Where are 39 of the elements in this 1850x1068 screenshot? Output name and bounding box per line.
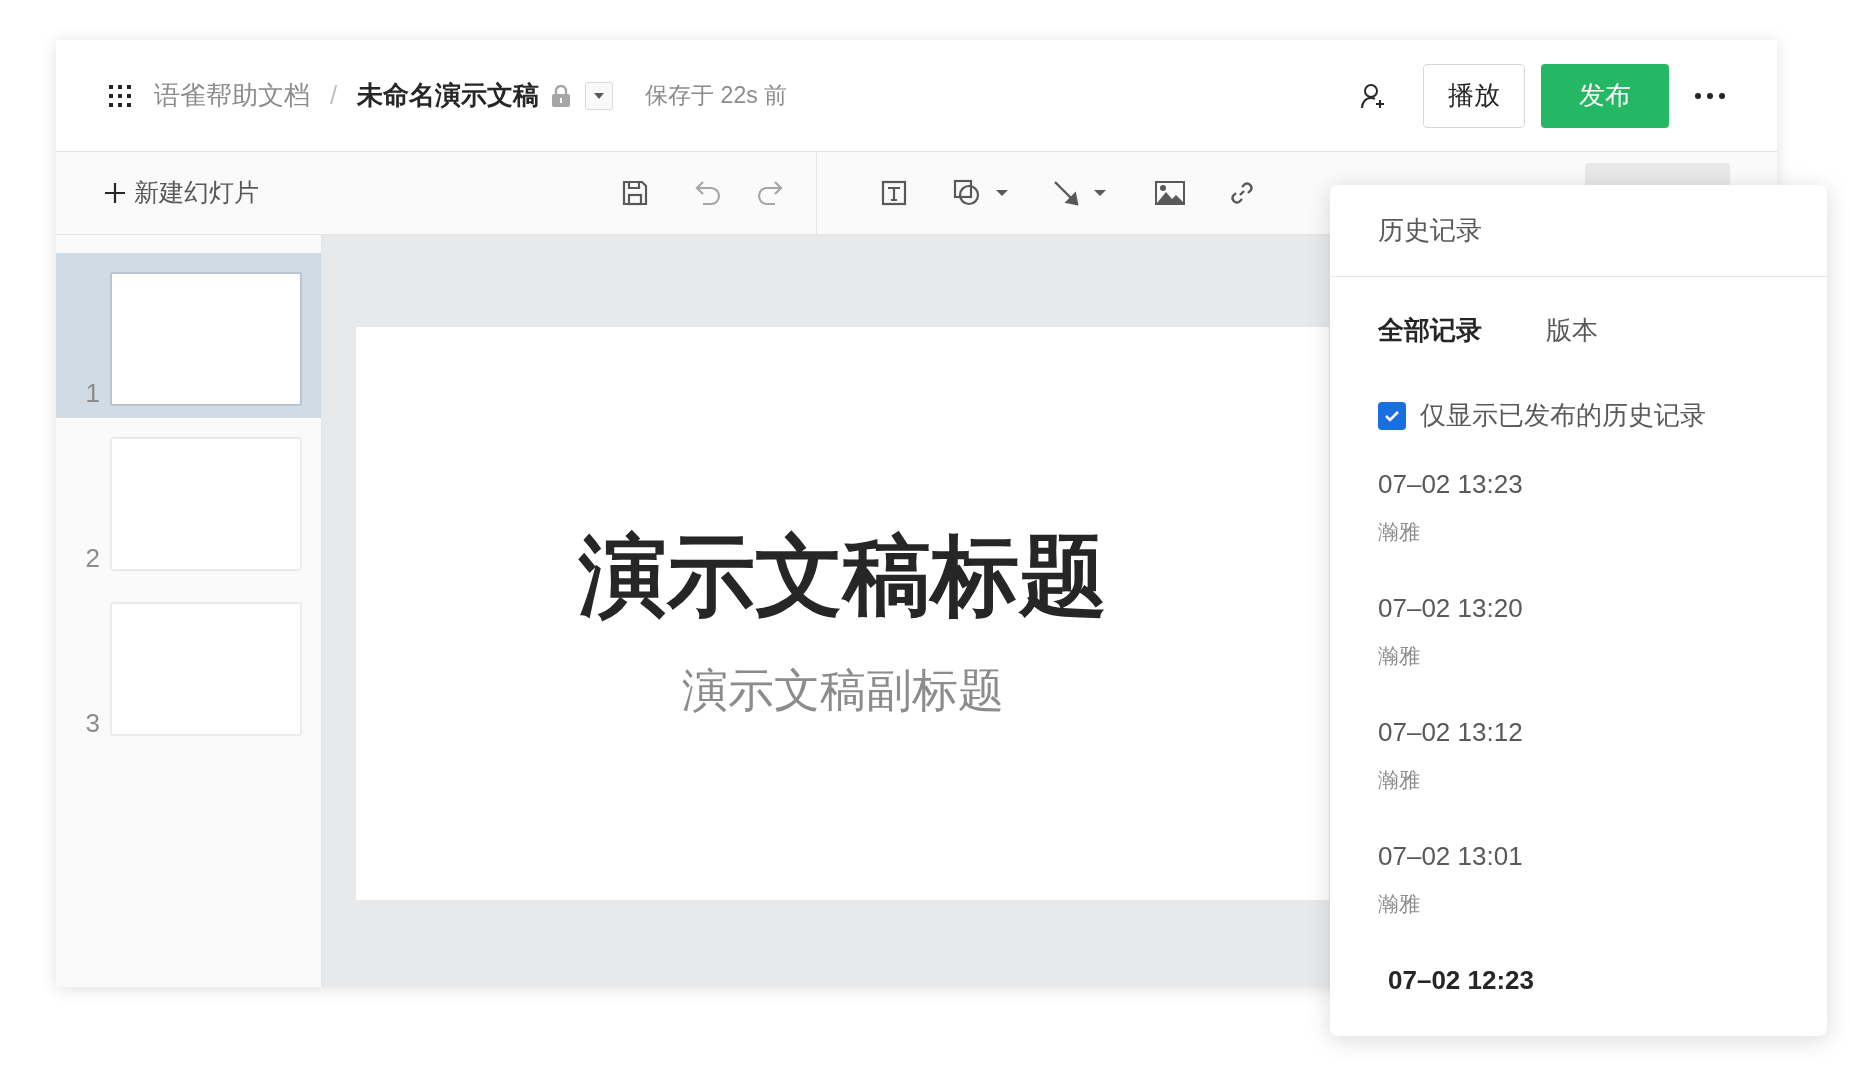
slide-thumbnail[interactable] xyxy=(110,272,302,406)
check-icon xyxy=(1384,409,1400,422)
add-user-icon[interactable] xyxy=(1359,81,1387,110)
breadcrumb-separator: / xyxy=(330,79,338,112)
history-author: 瀚雅 xyxy=(1378,643,1421,669)
slide-number: 1 xyxy=(84,380,101,406)
play-button[interactable]: 播放 xyxy=(1423,63,1525,128)
caret-icon[interactable] xyxy=(995,189,1009,197)
document-title: 未命名演示文稿 xyxy=(357,79,540,112)
history-time[interactable]: 07–02 13:20 xyxy=(1378,589,1779,628)
checkbox[interactable] xyxy=(1378,401,1406,430)
link-icon[interactable] xyxy=(1229,180,1255,206)
history-time[interactable]: 07–02 13:23 xyxy=(1378,465,1779,504)
caret-icon[interactable] xyxy=(1093,189,1107,197)
dropdown-button[interactable] xyxy=(585,81,614,110)
more-icon[interactable] xyxy=(1695,92,1725,99)
app-grid-icon[interactable] xyxy=(108,83,132,108)
history-author: 瀚雅 xyxy=(1378,891,1421,917)
panel-title: 历史记录 xyxy=(1378,214,1482,247)
history-author: 瀚雅 xyxy=(1378,519,1421,545)
panel-tab[interactable]: 版本 xyxy=(1546,311,1598,350)
panel-tab[interactable]: 全部记录 xyxy=(1378,311,1482,350)
slide-title[interactable]: 演示文稿标题 xyxy=(578,532,1107,620)
history-time[interactable]: 07–02 12:23 xyxy=(1388,961,1779,1000)
save-icon[interactable] xyxy=(622,180,648,206)
plus-icon xyxy=(104,182,126,204)
caret-icon xyxy=(593,91,606,100)
shapes-icon[interactable] xyxy=(953,179,981,207)
line-arrow-icon[interactable] xyxy=(1053,180,1079,206)
save-status: 保存于 22s 前 xyxy=(645,81,788,111)
history-time[interactable]: 07–02 13:01 xyxy=(1378,837,1779,876)
slide-number: 3 xyxy=(84,710,101,736)
image-icon[interactable] xyxy=(1155,181,1185,205)
history-author: 瀚雅 xyxy=(1378,767,1421,793)
text-box-icon[interactable] xyxy=(881,180,907,206)
slide-number: 2 xyxy=(84,545,101,571)
checkbox-label[interactable]: 仅显示已发布的历史记录 xyxy=(1420,396,1706,435)
history-time[interactable]: 07–02 13:12 xyxy=(1378,713,1779,752)
new-slide-button[interactable]: 新建幻灯片 xyxy=(104,174,259,212)
